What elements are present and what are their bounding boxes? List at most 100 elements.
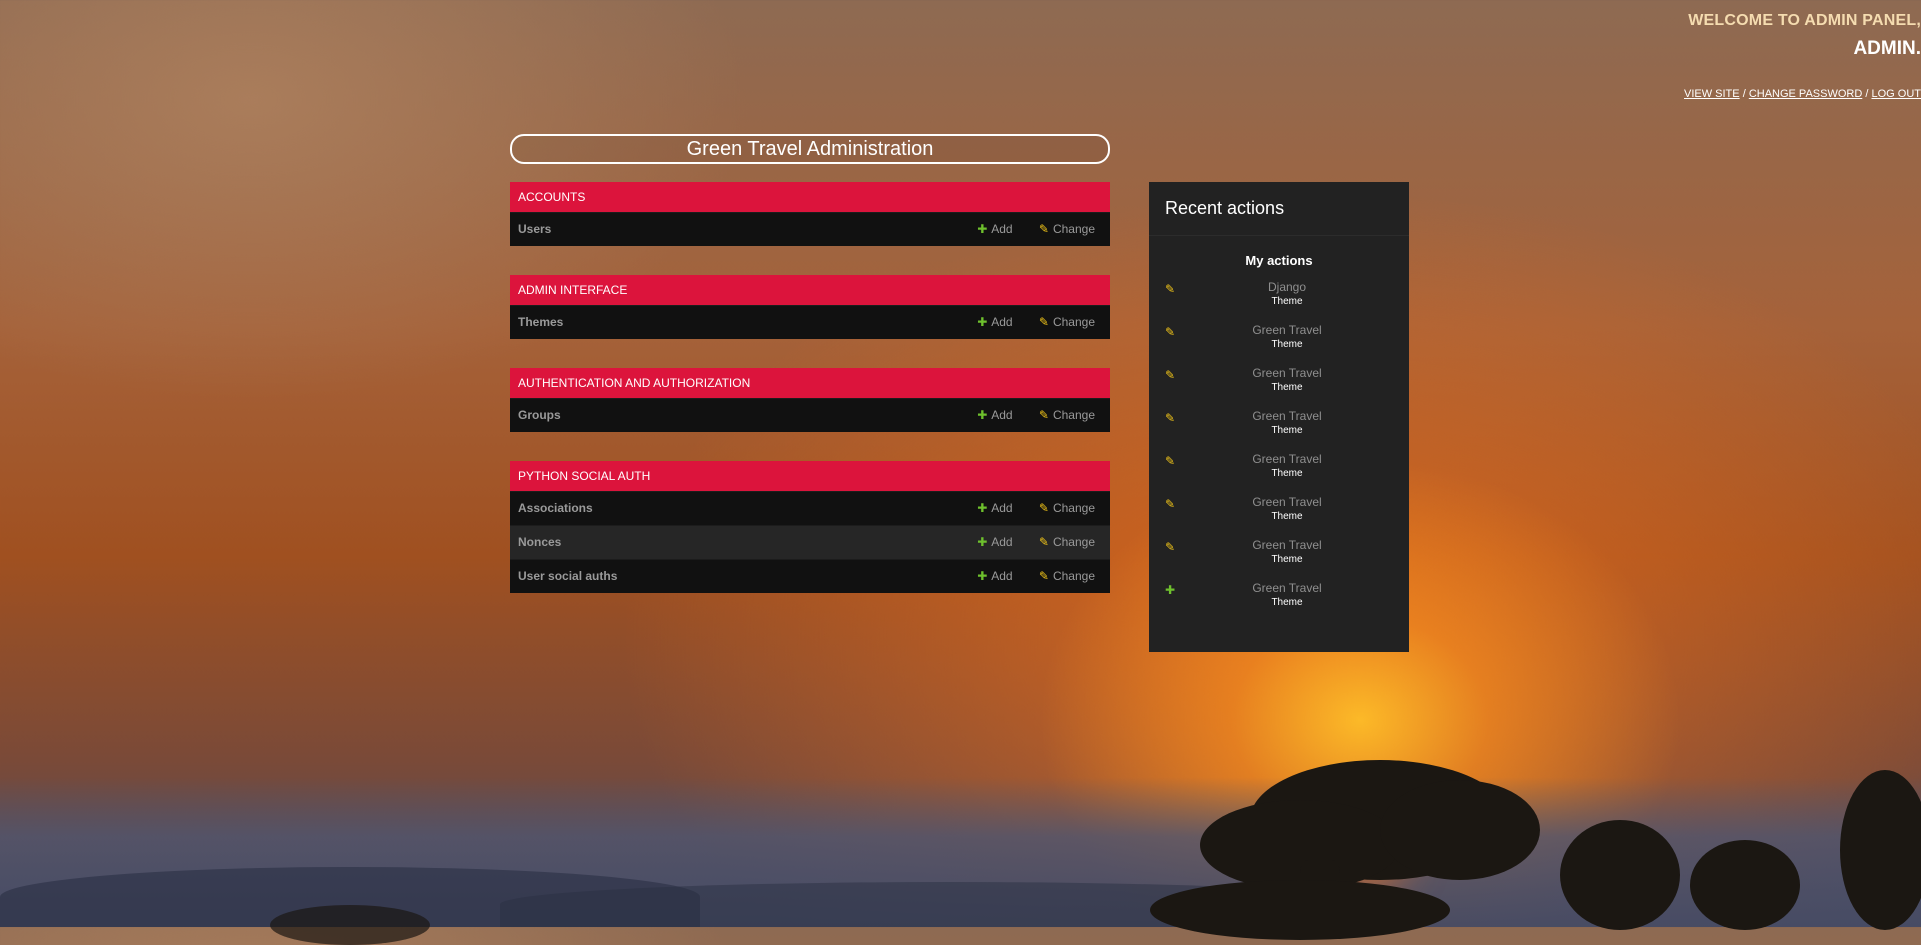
plus-icon: ✚ (977, 315, 988, 329)
pencil-icon: ✎ (1038, 222, 1049, 236)
plus-icon: ✚ (1165, 583, 1176, 597)
change-button[interactable]: ✎ Change (1038, 222, 1095, 236)
action-content-type: Theme (1271, 339, 1303, 350)
pencil-icon: ✎ (1038, 535, 1049, 549)
change-button[interactable]: ✎ Change (1038, 501, 1095, 515)
change-label: Change (1052, 222, 1095, 236)
action-content-type: Theme (1271, 296, 1303, 307)
link-separator: / (1742, 88, 1746, 100)
plus-icon: ✚ (977, 535, 988, 549)
link-separator: / (1865, 88, 1869, 100)
add-label: Add (991, 222, 1013, 236)
model-link-users[interactable]: Users (518, 213, 551, 246)
add-button[interactable]: ✚ Add (976, 408, 1012, 422)
row-actions: ✚ Add ✎ Change (954, 560, 1095, 593)
module-header[interactable]: AUTHENTICATION AND AUTHORIZATION (510, 368, 1110, 398)
site-title[interactable]: Green Travel Administration (510, 134, 1110, 164)
username: ADMIN. (1684, 38, 1921, 60)
change-button[interactable]: ✎ Change (1038, 315, 1095, 329)
model-row: Associations ✚ Add ✎ Change (510, 491, 1110, 525)
recent-action-item: ✎ Green Travel Theme (1149, 452, 1409, 495)
recent-actions-list: ✎ Django Theme ✎ Green Travel Theme ✎ Gr… (1149, 280, 1409, 624)
pencil-icon: ✎ (1165, 497, 1176, 511)
recent-action-item: ✎ Green Travel Theme (1149, 538, 1409, 581)
action-object-link[interactable]: Django (1149, 280, 1409, 294)
pencil-icon: ✎ (1165, 282, 1176, 296)
action-object-link[interactable]: Green Travel (1149, 495, 1409, 509)
recent-actions-panel: Recent actions My actions ✎ Django Theme… (1149, 182, 1409, 652)
action-object-link[interactable]: Green Travel (1149, 452, 1409, 466)
recent-action-item: ✎ Green Travel Theme (1149, 366, 1409, 409)
change-label: Change (1052, 569, 1095, 583)
row-actions: ✚ Add ✎ Change (954, 213, 1095, 246)
row-actions: ✚ Add ✎ Change (954, 306, 1095, 339)
change-button[interactable]: ✎ Change (1038, 408, 1095, 422)
model-row: Nonces ✚ Add ✎ Change (510, 525, 1110, 559)
module-accounts: ACCOUNTS Users ✚ Add ✎ Change (510, 182, 1110, 246)
add-button[interactable]: ✚ Add (976, 501, 1012, 515)
plus-icon: ✚ (977, 222, 988, 236)
module-header[interactable]: PYTHON SOCIAL AUTH (510, 461, 1110, 491)
add-button[interactable]: ✚ Add (976, 315, 1012, 329)
row-actions: ✚ Add ✎ Change (954, 526, 1095, 559)
action-content-type: Theme (1271, 425, 1303, 436)
action-content-type: Theme (1271, 511, 1303, 522)
module-python-social-auth: PYTHON SOCIAL AUTH Associations ✚ Add ✎ Ch… (510, 461, 1110, 593)
add-label: Add (991, 315, 1013, 329)
welcome-label: WELCOME TO ADMIN PANEL, (1688, 12, 1921, 29)
action-object-link[interactable]: Green Travel (1149, 409, 1409, 423)
plus-icon: ✚ (977, 501, 988, 515)
action-content-type: Theme (1271, 468, 1303, 479)
action-object-link[interactable]: Green Travel (1149, 581, 1409, 595)
change-label: Change (1052, 315, 1095, 329)
model-link-associations[interactable]: Associations (518, 492, 593, 525)
pencil-icon: ✎ (1038, 315, 1049, 329)
add-button[interactable]: ✚ Add (976, 222, 1012, 236)
module-header[interactable]: ADMIN INTERFACE (510, 275, 1110, 305)
action-content-type: Theme (1271, 597, 1303, 608)
pencil-icon: ✎ (1038, 569, 1049, 583)
action-object-link[interactable]: Green Travel (1149, 323, 1409, 337)
model-link-themes[interactable]: Themes (518, 306, 563, 339)
add-button[interactable]: ✚ Add (976, 535, 1012, 549)
model-link-nonces[interactable]: Nonces (518, 526, 561, 559)
model-row: User social auths ✚ Add ✎ Change (510, 559, 1110, 593)
user-links: VIEW SITE / CHANGE PASSWORD / LOG OUT (1684, 88, 1921, 100)
module-admin-interface: ADMIN INTERFACE Themes ✚ Add ✎ Change (510, 275, 1110, 339)
pencil-icon: ✎ (1165, 325, 1176, 339)
change-label: Change (1052, 408, 1095, 422)
model-row: Groups ✚ Add ✎ Change (510, 398, 1110, 432)
add-button[interactable]: ✚ Add (976, 569, 1012, 583)
pencil-icon: ✎ (1165, 411, 1176, 425)
plus-icon: ✚ (977, 408, 988, 422)
change-password-link[interactable]: CHANGE PASSWORD (1749, 88, 1862, 100)
plus-icon: ✚ (977, 569, 988, 583)
username-value: ADMIN (1853, 38, 1916, 59)
pencil-icon: ✎ (1165, 454, 1176, 468)
add-label: Add (991, 569, 1013, 583)
change-button[interactable]: ✎ Change (1038, 535, 1095, 549)
change-label: Change (1052, 535, 1095, 549)
add-label: Add (991, 408, 1013, 422)
pencil-icon: ✎ (1165, 540, 1176, 554)
module-header[interactable]: ACCOUNTS (510, 182, 1110, 212)
add-label: Add (991, 535, 1013, 549)
recent-action-item: ✎ Django Theme (1149, 280, 1409, 323)
change-button[interactable]: ✎ Change (1038, 569, 1095, 583)
action-object-link[interactable]: Green Travel (1149, 366, 1409, 380)
view-site-link[interactable]: VIEW SITE (1684, 88, 1740, 100)
model-link-user-social-auths[interactable]: User social auths (518, 560, 617, 593)
recent-action-item: ✎ Green Travel Theme (1149, 323, 1409, 366)
model-link-groups[interactable]: Groups (518, 399, 561, 432)
action-content-type: Theme (1271, 382, 1303, 393)
change-label: Change (1052, 501, 1095, 515)
username-suffix: . (1915, 38, 1921, 59)
recent-actions-title: Recent actions (1149, 182, 1409, 236)
welcome-text: WELCOME TO ADMIN PANEL, ADMIN. (1684, 12, 1921, 60)
user-tools: WELCOME TO ADMIN PANEL, ADMIN. VIEW SITE… (1684, 12, 1921, 100)
model-row: Themes ✚ Add ✎ Change (510, 305, 1110, 339)
log-out-link[interactable]: LOG OUT (1871, 88, 1921, 100)
action-object-link[interactable]: Green Travel (1149, 538, 1409, 552)
recent-action-item: ✎ Green Travel Theme (1149, 409, 1409, 452)
row-actions: ✚ Add ✎ Change (954, 492, 1095, 525)
